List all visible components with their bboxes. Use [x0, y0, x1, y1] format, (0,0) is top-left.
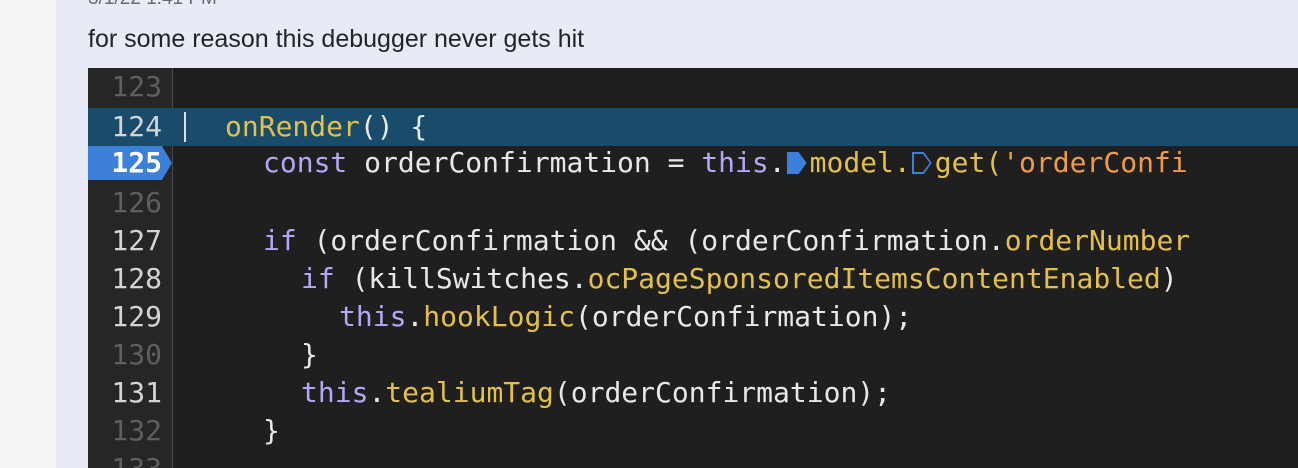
line-number: 131 — [111, 376, 162, 409]
code-token: get( — [934, 146, 1003, 179]
line-number: 129 — [111, 300, 162, 333]
breakpoint-code-line: 125 const orderConfirmation = this. model… — [88, 144, 1298, 182]
code-text: if (orderConfirmation && (orderConfirmat… — [263, 222, 1190, 260]
execution-marker-icon[interactable] — [911, 152, 932, 174]
code-text: this.hookLogic(orderConfirmation); — [339, 298, 912, 336]
code-token: . — [406, 300, 424, 333]
code-line: 128 if (killSwitches.ocPageSponsoredItem… — [88, 260, 1298, 298]
code-line: 127 if (orderConfirmation && (orderConfi… — [88, 222, 1298, 260]
code-line: 130 } — [88, 336, 1298, 374]
code-text: } — [301, 336, 318, 374]
code-token: this — [701, 146, 769, 179]
message-timestamp: 3/1/22 1:41 PM — [88, 0, 217, 10]
code-token: if — [263, 224, 297, 257]
line-number: 127 — [111, 224, 162, 257]
line-number: 128 — [111, 262, 162, 295]
code-token: hookLogic — [423, 300, 576, 333]
code-token: (orderConfirmation); — [575, 300, 913, 333]
code-text: this.tealiumTag(orderConfirmation); — [301, 374, 891, 412]
breakpoint-marker-icon[interactable]: 125 — [88, 146, 172, 180]
code-token: ocPageSponsoredItemsContentEnabled — [587, 262, 1161, 295]
current-code-line: 124 onRender() { — [88, 108, 1298, 146]
code-text: if (killSwitches.ocPageSponsoredItemsCon… — [301, 260, 1178, 298]
chat-page: 3/1/22 1:41 PM for some reason this debu… — [0, 0, 1298, 468]
message-text: for some reason this debugger never gets… — [88, 25, 585, 53]
code-token: } — [263, 414, 280, 447]
code-token: ) — [1160, 262, 1178, 295]
line-number: 132 — [111, 414, 162, 447]
code-text: const orderConfirmation = this. model. get… — [263, 144, 1188, 182]
code-token: this — [339, 300, 407, 333]
line-number: 124 — [111, 110, 162, 143]
code-token: if — [301, 262, 335, 295]
code-token: tealiumTag — [385, 376, 554, 409]
code-screenshot-image[interactable]: 123 124 onRender() { 125 const orderConf… — [88, 68, 1298, 468]
code-token: (orderConfirmation && (orderConfirmation… — [296, 224, 1005, 257]
code-line: 126 — [88, 184, 1298, 222]
code-token: (killSwitches. — [334, 262, 588, 295]
code-line: 133 — [88, 450, 1298, 468]
code-text: } — [263, 412, 280, 450]
code-token: model. — [809, 146, 911, 179]
code-token: (orderConfirmation); — [553, 376, 892, 409]
code-token: 'orderConfi — [1002, 146, 1188, 179]
code-token: () { — [359, 110, 428, 143]
code-line: 132 } — [88, 412, 1298, 450]
line-number: 133 — [88, 450, 162, 468]
line-number: 123 — [111, 70, 162, 103]
code-token: } — [301, 338, 318, 371]
line-number: 125 — [111, 146, 162, 179]
code-token: . — [368, 376, 386, 409]
code-token: . — [768, 146, 786, 179]
code-line: 129 this.hookLogic(orderConfirmation); — [88, 298, 1298, 336]
code-token: orderConfirmation = — [347, 146, 702, 179]
chat-message: 3/1/22 1:41 PM for some reason this debu… — [56, 0, 1298, 468]
line-number: 130 — [111, 338, 162, 371]
code-token: const — [263, 146, 348, 179]
code-token: onRender — [225, 110, 360, 143]
code-line: 131 this.tealiumTag(orderConfirmation); — [88, 374, 1298, 412]
execution-marker-icon[interactable] — [786, 152, 807, 174]
code-token: orderNumber — [1004, 224, 1191, 257]
line-number: 126 — [111, 186, 162, 219]
text-cursor — [184, 112, 186, 142]
code-token: this — [301, 376, 369, 409]
code-line: 123 — [88, 68, 1298, 106]
code-text: onRender() { — [225, 108, 427, 146]
